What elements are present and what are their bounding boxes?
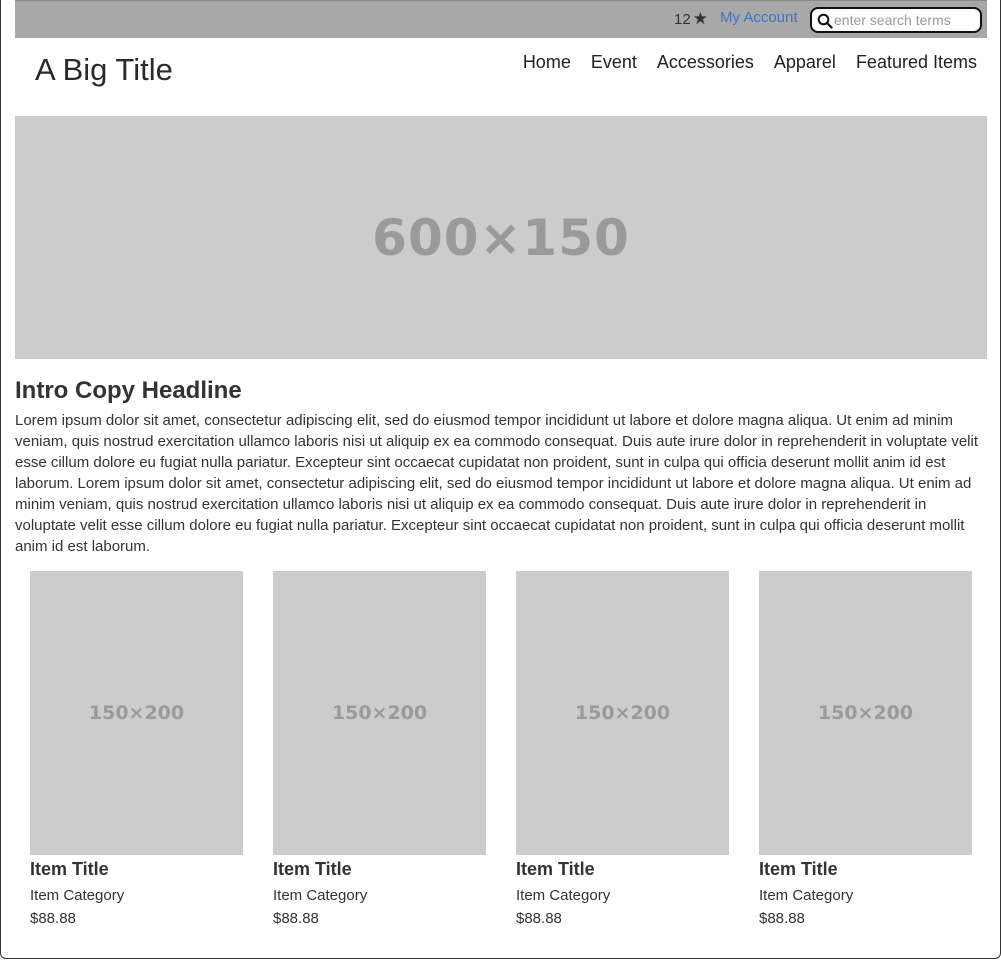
product-image-label: 150×200 [817,702,914,724]
product-title[interactable]: Item Title [516,859,729,880]
product-image-placeholder[interactable]: 150×200 [759,571,972,855]
product-price: $88.88 [516,910,562,927]
product-image-label: 150×200 [574,702,671,724]
hero-image-placeholder: 600×150 [15,116,987,359]
product-image-label: 150×200 [331,702,428,724]
search-box[interactable] [810,7,982,33]
main-nav: Home Event Accessories Apparel Featured … [523,52,977,73]
intro-headline: Intro Copy Headline [15,377,242,404]
site-title[interactable]: A Big Title [35,52,173,88]
nav-item-apparel[interactable]: Apparel [774,52,836,73]
product-price: $88.88 [30,910,76,927]
product-card[interactable]: 150×200 Item Title Item Category $88.88 [516,571,729,927]
product-category: Item Category [516,887,611,904]
product-image-placeholder[interactable]: 150×200 [273,571,486,855]
product-image-label: 150×200 [88,702,185,724]
nav-item-home[interactable]: Home [523,52,571,73]
product-category: Item Category [759,887,854,904]
intro-body: Lorem ipsum dolor sit amet, consectetur … [15,412,979,555]
search-input[interactable] [834,11,974,29]
product-title[interactable]: Item Title [273,859,486,880]
product-category: Item Category [30,887,125,904]
product-price: $88.88 [759,910,805,927]
nav-item-event[interactable]: Event [591,52,637,73]
my-account-link[interactable]: My Account [720,9,798,26]
product-title[interactable]: Item Title [759,859,972,880]
product-card[interactable]: 150×200 Item Title Item Category $88.88 [759,571,972,927]
product-title[interactable]: Item Title [30,859,243,880]
nav-item-accessories[interactable]: Accessories [657,52,754,73]
utility-bar: 12 ★ My Account [15,0,987,38]
nav-item-featured-items[interactable]: Featured Items [856,52,977,73]
favorites-count-value: 12 [674,11,691,28]
product-price: $88.88 [273,910,319,927]
product-grid: 150×200 Item Title Item Category $88.88 … [30,571,972,927]
search-icon [817,13,833,29]
product-image-placeholder[interactable]: 150×200 [516,571,729,855]
product-card[interactable]: 150×200 Item Title Item Category $88.88 [273,571,486,927]
hero-placeholder-label: 600×150 [372,208,630,267]
product-card[interactable]: 150×200 Item Title Item Category $88.88 [30,571,243,927]
product-image-placeholder[interactable]: 150×200 [30,571,243,855]
star-icon: ★ [692,9,708,28]
favorites-count[interactable]: 12 ★ [674,9,708,29]
product-category: Item Category [273,887,368,904]
